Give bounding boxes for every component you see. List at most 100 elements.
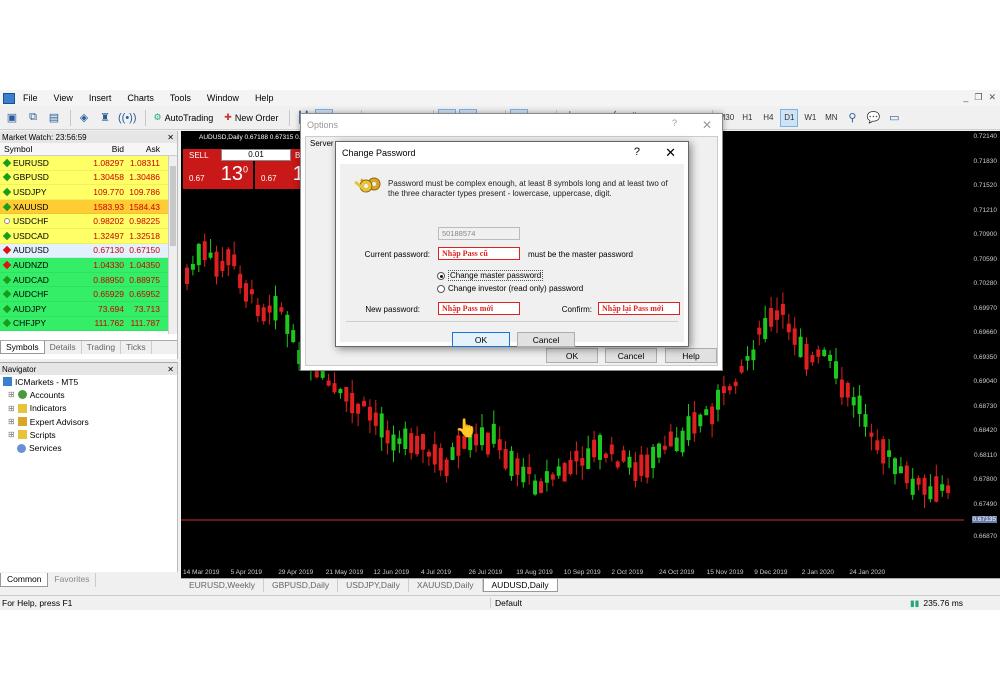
symbol-cell: AUDUSD (0, 245, 90, 255)
symbol-row-xauusd[interactable]: XAUUSD 1583.93 1584.43 (0, 199, 177, 215)
timeframe-mn[interactable]: MN (822, 109, 840, 127)
tab-trading[interactable]: Trading (82, 341, 122, 354)
nav-expert-advisors-label: Expert Advisors (29, 416, 89, 427)
candle-body (904, 465, 909, 484)
candle-body (627, 456, 632, 468)
symbol-row-usdchf[interactable]: USDCHF 0.98202 0.98225 (0, 214, 177, 229)
chart-tab-xauusd[interactable]: XAUUSD,Daily (409, 579, 483, 592)
price-tick: 0.69970 (973, 304, 998, 312)
chart-tab-gbpusd[interactable]: GBPUSD,Daily (264, 579, 339, 592)
symbol-row-audchf[interactable]: AUDCHF 0.65929 0.65952 (0, 287, 177, 302)
menu-view[interactable]: View (54, 93, 73, 103)
nav-indicators[interactable]: ⊞ Indicators (0, 402, 177, 415)
timeframe-w1[interactable]: W1 (801, 109, 819, 127)
menu-insert[interactable]: Insert (89, 93, 112, 103)
tab-favorites[interactable]: Favorites (48, 573, 97, 587)
timeframe-h4[interactable]: H4 (759, 109, 777, 127)
help-icon[interactable]: ? (672, 118, 677, 128)
confirm-password-field[interactable]: Nhập lại Pass mới (598, 302, 680, 315)
radio-master[interactable]: Change master password (437, 270, 544, 281)
column-symbol[interactable]: Symbol (0, 144, 90, 154)
expand-icon[interactable]: ⊞ (8, 404, 15, 413)
symbol-row-chfjpy[interactable]: CHFJPY 111.762 111.787 (0, 316, 177, 332)
help-icon[interactable]: ? (634, 146, 640, 158)
chart-tab-usdjpy[interactable]: USDJPY,Daily (338, 579, 409, 592)
nav-scripts[interactable]: ⊞ Scripts (0, 428, 177, 441)
options-help-button[interactable]: Help (665, 348, 717, 363)
symbol-row-audusd[interactable]: AUDUSD 0.67130 0.67150 (0, 243, 177, 259)
symbol-row-audjpy[interactable]: AUDJPY 73.694 73.713 (0, 301, 177, 317)
change-password-title: Change Password (342, 148, 416, 158)
navigator-icon[interactable]: ♜ (96, 109, 114, 127)
options-cancel-button[interactable]: Cancel (605, 348, 657, 363)
nav-root[interactable]: ICMarkets - MT5 (0, 375, 177, 388)
tab-symbols[interactable]: Symbols (0, 341, 45, 354)
tab-common[interactable]: Common (0, 573, 49, 587)
panel-toggle-icon[interactable]: ▭ (885, 109, 903, 127)
chart-tab-audusd[interactable]: AUDUSD,Daily (482, 579, 558, 592)
data-window-icon[interactable]: ◈ (75, 109, 93, 127)
nav-services[interactable]: Services (0, 441, 177, 454)
signals-icon[interactable]: ((•)) (117, 109, 138, 127)
nav-expert-advisors[interactable]: ⊞ Expert Advisors (0, 415, 177, 428)
timeframe-h1[interactable]: H1 (738, 109, 756, 127)
new-password-field[interactable]: Nhập Pass mới (438, 302, 520, 315)
symbol-row-gbpusd[interactable]: GBPUSD 1.30458 1.30486 (0, 170, 177, 186)
chart-tab-eurusd[interactable]: EURUSD,Weekly (181, 579, 264, 592)
radio-investor[interactable]: Change investor (read only) password (437, 284, 583, 293)
symbol-row-audnzd[interactable]: AUDNZD 1.04330 1.04350 (0, 258, 177, 273)
navigator-close-icon[interactable]: ✕ (167, 365, 177, 374)
time-tick: 2 Oct 2019 (611, 569, 644, 576)
expand-icon[interactable]: ⊞ (8, 390, 15, 399)
menu-window[interactable]: Window (207, 93, 239, 103)
symbol-row-audcad[interactable]: AUDCAD 0.88950 0.88975 (0, 272, 177, 288)
candle-body (893, 458, 897, 475)
candle-body (639, 454, 644, 476)
market-watch-scrollbar[interactable] (168, 156, 177, 334)
lot-size-input[interactable]: 0.01 (221, 149, 291, 161)
expand-icon[interactable]: ⊞ (8, 417, 15, 426)
new-order-button[interactable]: ✚ New Order (220, 109, 282, 127)
profiles-icon[interactable]: ⧉ (24, 109, 42, 127)
expand-icon[interactable]: ⊞ (8, 430, 15, 439)
timeframe-d1[interactable]: D1 (780, 108, 799, 127)
column-ask[interactable]: Ask (126, 144, 162, 154)
current-password-field[interactable]: Nhập Pass cũ (438, 247, 520, 260)
tab-details[interactable]: Details (45, 341, 82, 354)
buy-price-small: 0.67 (261, 174, 277, 183)
price-axis: 0.72140 0.71830 0.71520 0.71210 0.70900 0.705… (964, 131, 1000, 578)
options-ok-button[interactable]: OK (546, 348, 598, 363)
panel-close-icon[interactable]: ✕ (167, 133, 177, 142)
new-chart-icon[interactable]: ▣ (3, 109, 21, 127)
candle-body (503, 449, 508, 469)
column-bid[interactable]: Bid (90, 144, 126, 154)
ok-button[interactable]: OK (452, 332, 510, 347)
search-icon[interactable]: ⚲ (843, 109, 861, 127)
nav-accounts[interactable]: ⊞ Accounts (0, 388, 177, 401)
candle-body (249, 289, 254, 295)
minimize-icon[interactable]: _ (963, 92, 968, 103)
autotrading-button[interactable]: ⚙ AutoTrading (150, 109, 218, 127)
status-bar: For Help, press F1 Default ▮▮ 235.76 ms (0, 595, 1000, 610)
tab-server[interactable]: Server (310, 139, 334, 148)
menu-file[interactable]: File (23, 93, 38, 103)
market-watch-icon[interactable]: ▤ (45, 109, 63, 127)
close-icon[interactable]: ✕ (988, 92, 996, 103)
restore-icon[interactable]: ❐ (974, 92, 982, 103)
menu-charts[interactable]: Charts (127, 93, 154, 103)
candle-body (261, 307, 266, 322)
menu-tools[interactable]: Tools (170, 93, 191, 103)
menu-help[interactable]: Help (255, 93, 274, 103)
close-icon[interactable]: ✕ (665, 145, 676, 161)
tab-ticks[interactable]: Ticks (121, 341, 152, 354)
close-icon[interactable]: ✕ (702, 118, 712, 132)
chat-icon[interactable]: 💬 (864, 109, 882, 127)
symbol-row-eurusd[interactable]: EURUSD 1.08297 1.08311 (0, 156, 177, 171)
symbol-row-usdcad[interactable]: USDCAD 1.32497 1.32518 (0, 228, 177, 244)
change-password-titlebar: Change Password ? ✕ (336, 142, 688, 164)
candle-body (721, 386, 726, 394)
cancel-button[interactable]: Cancel (517, 332, 575, 347)
candle-body (350, 392, 355, 414)
ask-value: 1.04350 (129, 259, 160, 270)
symbol-row-usdjpy[interactable]: USDJPY 109.770 109.786 (0, 185, 177, 200)
